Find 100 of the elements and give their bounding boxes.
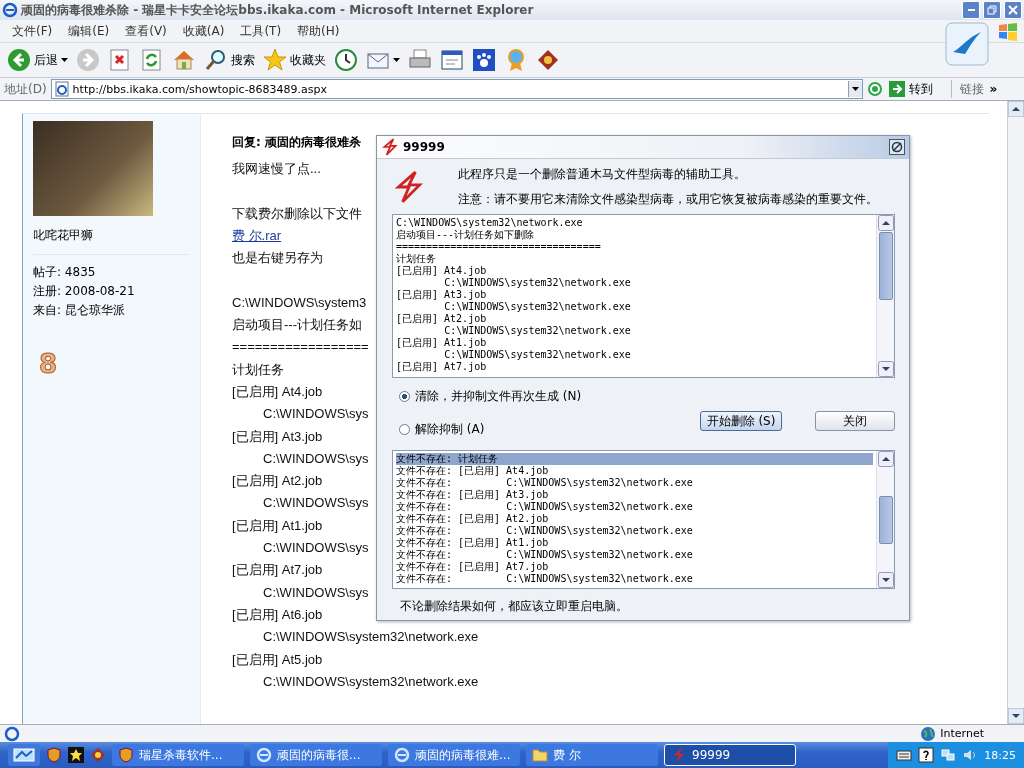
post-line: C:\WINDOWS\sys	[262, 494, 369, 513]
scrollbar[interactable]	[876, 451, 894, 588]
shield-icon[interactable]	[46, 747, 62, 763]
post-line: [已启用] At2.job	[232, 472, 323, 491]
post-line: 下载费尔删除以下文件	[232, 204, 362, 223]
post-line: [已启用] At1.job	[232, 516, 323, 535]
window-title: 顽固的病毒很难杀除 - 瑞星卡卡安全论坛bbs.ikaka.com - Microsoft Internet Explorer	[21, 1, 534, 19]
intro-text: 此程序只是一个删除普通木马文件型病毒的辅助工具。	[458, 165, 747, 183]
log-listbox[interactable]	[392, 214, 895, 378]
radio-circle[interactable]	[399, 391, 410, 402]
log-line: 计划任务	[396, 253, 437, 265]
post-line: 计划任务	[232, 360, 284, 379]
rank-number-text: 8	[39, 350, 59, 378]
links-button[interactable]: 链接	[955, 80, 986, 98]
scroll-down-icon[interactable]	[877, 572, 894, 588]
result-row[interactable]: 文件不存在: C:\WINDOWS\system32\network.exe	[396, 501, 873, 513]
result-row[interactable]: 文件不存在: 计划任务	[396, 453, 873, 465]
arrow-icon	[888, 81, 905, 97]
user-stat: 帖子: 4835	[33, 264, 97, 281]
game-icon[interactable]	[90, 747, 106, 763]
taskbar-button[interactable]: 顽固的病毒很...	[250, 744, 382, 766]
menu-item[interactable]: 工具(T)	[232, 20, 290, 42]
favorites-button[interactable]: 收藏夹	[260, 46, 329, 74]
scrollbar[interactable]	[876, 215, 894, 377]
post-line: C:\WINDOWS\sys	[262, 583, 369, 602]
result-row[interactable]: 文件不存在: [已启用] At7.job	[396, 561, 873, 573]
minimize-icon	[967, 9, 975, 11]
close-icon	[891, 141, 903, 153]
go-button[interactable]: 转到	[886, 80, 947, 98]
taskbar-button[interactable]: 瑞星杀毒软件...	[112, 744, 244, 766]
keyboard-icon[interactable]	[896, 747, 913, 763]
taskbar-button[interactable]: 99999	[664, 744, 796, 766]
scroll-up-icon[interactable]	[877, 451, 894, 467]
log-line: 启动项目---计划任务如下删除	[396, 229, 535, 241]
maximize-button[interactable]	[983, 1, 1001, 19]
log-line: [已启用] At1.job	[396, 337, 488, 349]
radio-option[interactable]: 清除，并抑制文件再次生成 (N)	[399, 388, 694, 405]
post-line: C:\WINDOWS\system32\network.exe	[262, 672, 479, 691]
caret-icon	[61, 58, 68, 62]
network-icon[interactable]	[940, 747, 957, 763]
result-listbox[interactable]	[392, 450, 895, 589]
result-row[interactable]: 文件不存在: C:\WINDOWS\system32\network.exe	[396, 573, 873, 585]
result-row[interactable]: 文件不存在: [已启用] At2.job	[396, 513, 873, 525]
menu-item[interactable]: 文件(F)	[4, 20, 61, 42]
log-line: [已启用] At7.job	[396, 361, 488, 373]
log-line: C:\WINDOWS\system32\network.exe	[443, 325, 632, 337]
dropdown-button[interactable]	[847, 81, 862, 97]
search-icon	[204, 48, 228, 72]
scroll-down-icon[interactable]	[877, 361, 894, 377]
log-line: C:\WINDOWS\system32\network.exe	[443, 301, 632, 313]
search-button[interactable]: 搜索	[201, 46, 258, 74]
post-line: ==================	[232, 338, 369, 357]
minimize-button[interactable]	[962, 1, 980, 19]
start-button[interactable]	[8, 744, 40, 766]
dialog-button[interactable]: 开始删除 (S)	[700, 411, 782, 431]
radio-circle[interactable]	[399, 424, 410, 435]
scrollbar-thumb[interactable]	[878, 496, 893, 544]
log-line: ==================================	[396, 241, 602, 253]
scrollbar[interactable]	[1007, 101, 1024, 724]
close-button[interactable]	[889, 139, 905, 155]
help-icon[interactable]	[918, 747, 935, 763]
radio-option[interactable]: 解除抑制 (A)	[399, 421, 694, 438]
shield-icon	[118, 747, 134, 763]
taskbar-button[interactable]: 费 尔	[526, 744, 658, 766]
scroll-up-icon[interactable]	[877, 215, 894, 231]
result-row[interactable]: 文件不存在: [已启用] At3.job	[396, 489, 873, 501]
post-line: [已启用] At3.job	[232, 427, 323, 446]
folder-icon	[532, 747, 548, 763]
log-line: [已启用] At4.job	[396, 265, 488, 277]
menu-item[interactable]: 收藏(A)	[174, 20, 233, 42]
result-row[interactable]: 文件不存在: [已启用] At1.job	[396, 537, 873, 549]
url-input[interactable]: http://bbs.ikaka.com/showtopic-8683489.aspx	[72, 82, 845, 96]
post-line: C:\WINDOWS\sys	[262, 405, 369, 424]
restart-note: 不论删除结果如何，都应该立即重启电脑。	[399, 598, 629, 615]
caret-icon	[393, 58, 400, 62]
scrollbar-thumb[interactable]	[878, 232, 893, 300]
log-line: C:\WINDOWS\system32\network.exe	[396, 217, 584, 229]
post-line: [已启用] At6.job	[232, 605, 323, 624]
scroll-down-icon[interactable]	[1008, 708, 1024, 724]
download-link[interactable]: 费 尔.rar	[232, 227, 282, 243]
back-button[interactable]: 后退	[4, 46, 71, 74]
result-row[interactable]: 文件不存在: C:\WINDOWS\system32\network.exe	[396, 549, 873, 561]
menu-item[interactable]: 帮助(H)	[289, 20, 348, 42]
result-row[interactable]: 文件不存在: C:\WINDOWS\system32\network.exe	[396, 477, 873, 489]
menu-item[interactable]: 查看(V)	[117, 20, 175, 42]
taskbar-button[interactable]: 顽固的病毒很难...	[388, 744, 520, 766]
dialog-button[interactable]: 关闭	[815, 411, 895, 431]
scroll-up-icon[interactable]	[1008, 101, 1024, 117]
address-label: 地址(D)	[4, 80, 47, 98]
post-title: 回复: 顽固的病毒很难杀	[232, 134, 361, 150]
result-row[interactable]: 文件不存在: C:\WINDOWS\system32\network.exe	[396, 525, 873, 537]
more-button[interactable]: »	[989, 82, 998, 96]
address-combo-box[interactable]: http://bbs.ikaka.com/showtopic-8683489.aspx	[50, 79, 863, 99]
post-line: C:\WINDOWS\sys	[262, 539, 369, 558]
stop-icon	[108, 48, 132, 72]
result-row[interactable]: 文件不存在: [已启用] At4.job	[396, 465, 873, 477]
user-name: 叱咤花甲狮	[33, 227, 94, 244]
clock-icon	[334, 48, 358, 72]
star-icon[interactable]	[68, 747, 84, 763]
menu-item[interactable]: 编辑(E)	[60, 20, 118, 42]
